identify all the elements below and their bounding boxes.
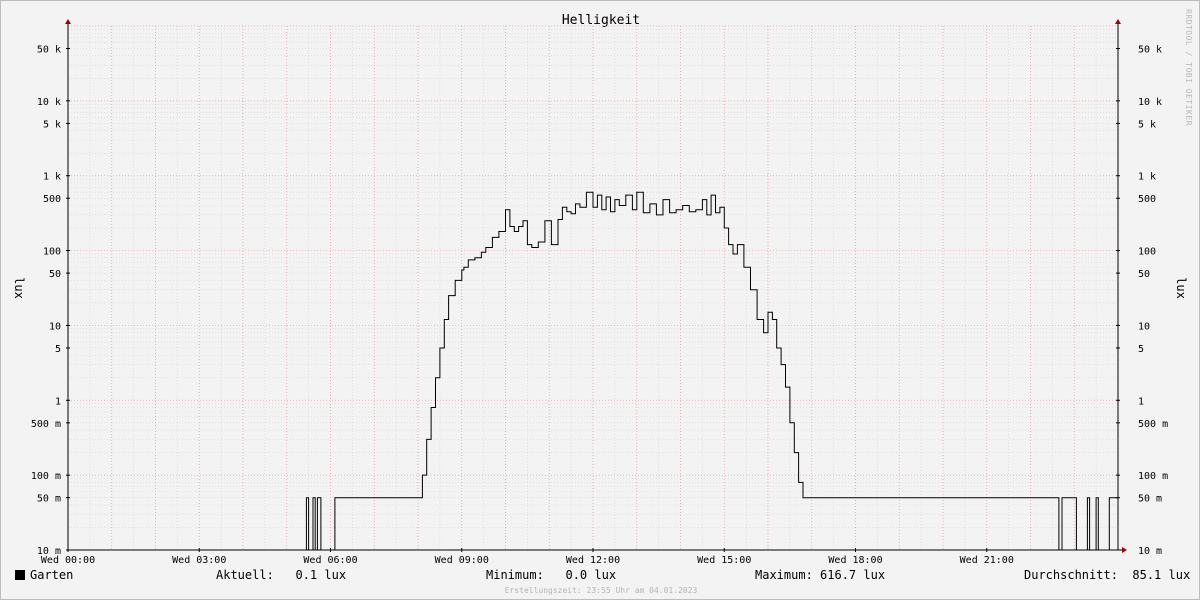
chart-frame: Helligkeit lux lux 10 m 10 m 50 m 50 m 100 m… <box>0 0 1200 600</box>
y-tick-label-left: 500 <box>43 194 61 205</box>
x-tick-label: Wed 09:00 <box>435 555 489 566</box>
y-tick-label-right: 1 <box>1138 396 1144 407</box>
grid <box>68 25 1118 551</box>
y-tick-label-right: 1 k <box>1138 172 1156 183</box>
max-value: 616.7 lux <box>820 568 886 582</box>
y-tick-label-right: 50 k <box>1138 45 1162 56</box>
x-tick-label: Wed 12:00 <box>566 555 620 566</box>
y-tick-label-right: 100 <box>1138 247 1156 258</box>
y-tick-label-left: 1 k <box>43 172 61 183</box>
legend-series: Garten <box>15 568 73 582</box>
current-label: Aktuell: <box>216 568 274 582</box>
chart-title: Helligkeit <box>562 13 640 28</box>
axes <box>65 19 1127 553</box>
watermark: RRDTOOL / TOBI OETIKER <box>1184 9 1193 126</box>
y-tick-label-left: 5 k <box>43 119 61 130</box>
x-tick-label: Wed 15:00 <box>697 555 751 566</box>
y-axis-label-left: lux <box>12 277 26 299</box>
max-label: Maximum: <box>755 568 813 582</box>
tick-labels: 10 m 10 m50 m 50 m100 m 100 m500 m 500 m1 15 5… <box>31 45 1168 566</box>
y-axis-label-right: lux <box>1174 277 1188 299</box>
y-tick-label-right: 50 <box>1138 269 1150 280</box>
y-tick-label-left: 10 k <box>37 97 61 108</box>
y-tick-label-left: 50 <box>49 269 61 280</box>
y-tick-label-left: 5 <box>55 344 61 355</box>
avg-value: 85.1 lux <box>1132 568 1191 582</box>
y-tick-label-right: 500 <box>1138 194 1156 205</box>
x-axis-arrow <box>1122 547 1127 553</box>
y-tick-label-right: 50 m <box>1138 494 1162 505</box>
y-tick-label-left: 50 m <box>37 494 61 505</box>
y-tick-label-right: 5 <box>1138 344 1144 355</box>
footer-timestamp: Erstellungszeit: 23:55 Uhr am 04.01.2023 <box>504 586 698 595</box>
avg-label: Durchschnitt: <box>1024 568 1118 582</box>
y-tick-label-left: 100 <box>43 247 61 258</box>
x-tick-label: Wed 06:00 <box>303 555 357 566</box>
legend-maximum: Maximum: 616.7 lux <box>755 568 885 582</box>
y-tick-label-right: 100 m <box>1138 471 1168 482</box>
y-tick-label-right: 10 <box>1138 321 1150 332</box>
y-axis-arrow-left <box>65 19 71 24</box>
y-tick-label-right: 10 k <box>1138 97 1162 108</box>
y-tick-label-left: 10 <box>49 321 61 332</box>
y-axis-arrow-right <box>1115 19 1121 24</box>
x-tick-label: Wed 00:00 <box>41 555 95 566</box>
legend-current: Aktuell: 0.1 lux <box>216 568 346 582</box>
y-tick-label-left: 500 m <box>31 419 61 430</box>
legend-swatch <box>15 570 25 580</box>
legend-series-name: Garten <box>30 568 74 582</box>
y-tick-label-left: 50 k <box>37 45 61 56</box>
x-tick-label: Wed 18:00 <box>828 555 882 566</box>
min-label: Minimum: <box>486 568 544 582</box>
y-tick-label-left: 100 m <box>31 471 61 482</box>
legend-minimum: Minimum: 0.0 lux <box>486 568 616 582</box>
x-tick-label: Wed 03:00 <box>172 555 226 566</box>
x-tick-label: Wed 21:00 <box>960 555 1014 566</box>
current-value: 0.1 lux <box>295 568 347 582</box>
chart-canvas: Helligkeit lux lux 10 m 10 m50 m 50 m100 m… <box>12 13 1188 566</box>
legend-average: Durchschnitt: 85.1 lux <box>1024 568 1190 582</box>
min-value: 0.0 lux <box>565 568 617 582</box>
y-tick-label-right: 5 k <box>1138 119 1156 130</box>
y-tick-label-right: 500 m <box>1138 419 1168 430</box>
y-tick-label-left: 1 <box>55 396 61 407</box>
y-tick-label-right: 10 m <box>1138 546 1162 557</box>
